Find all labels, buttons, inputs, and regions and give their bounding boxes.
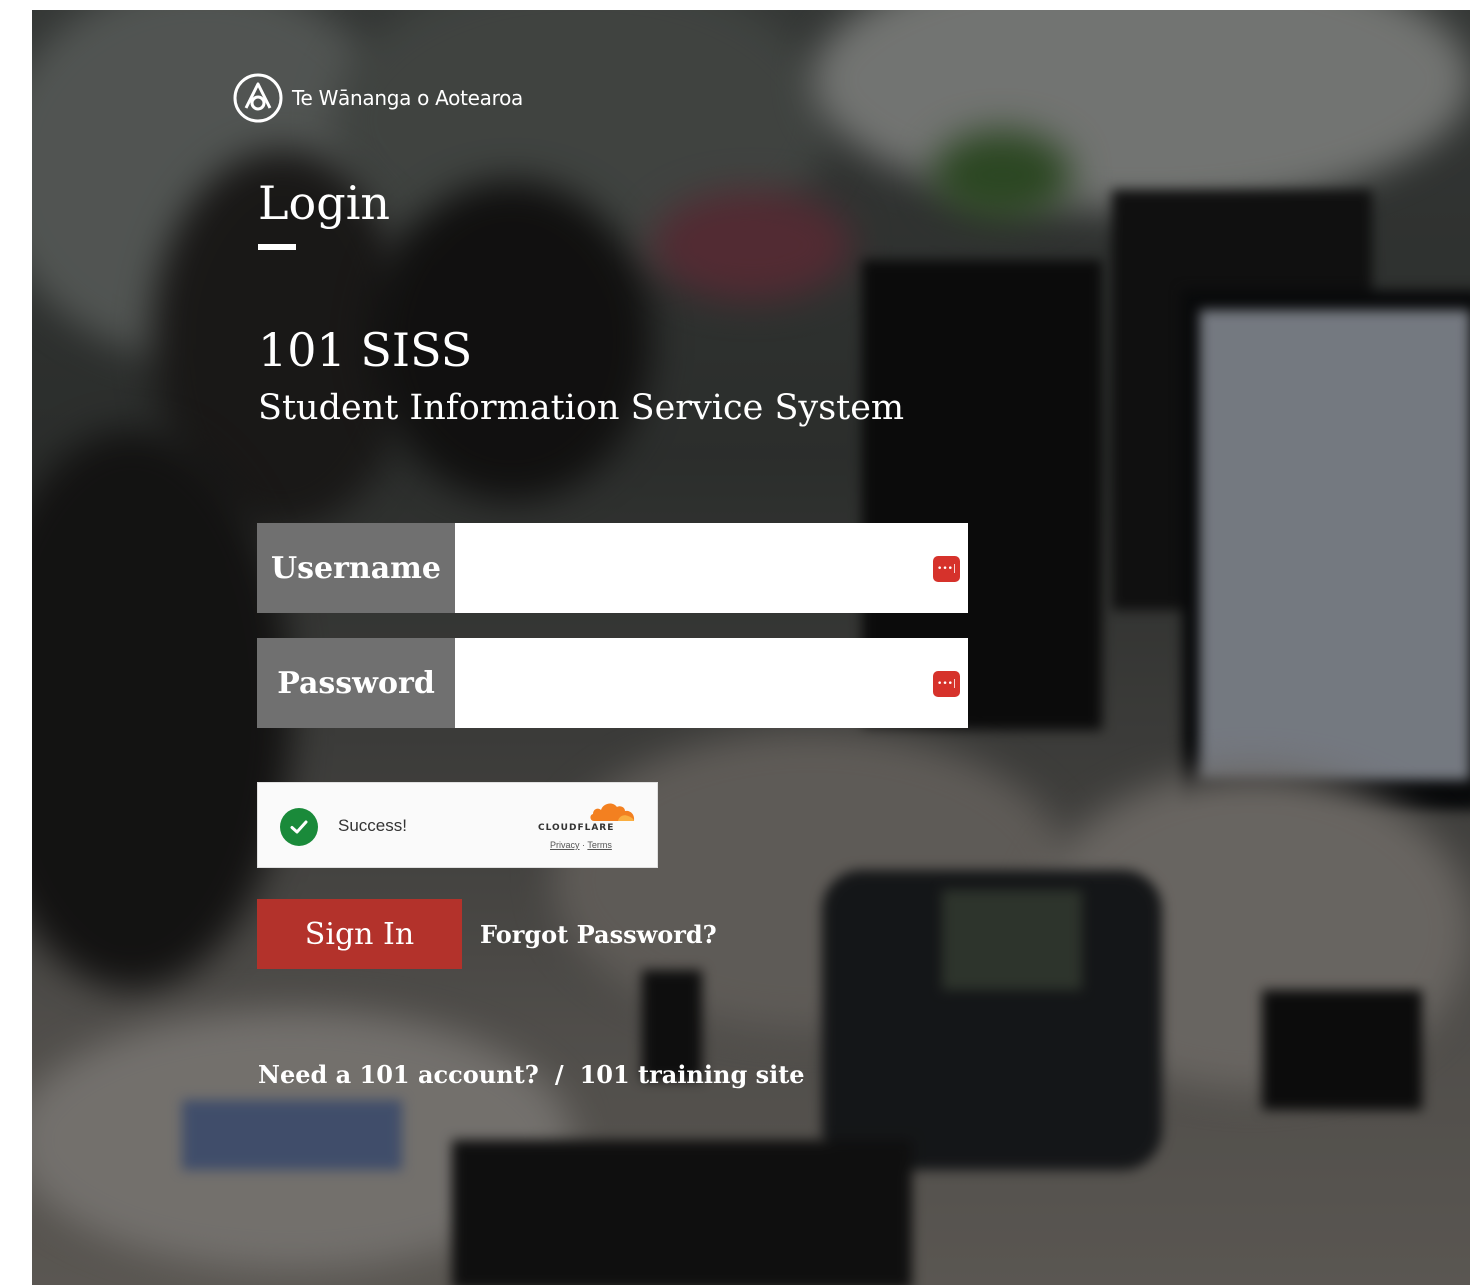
username-input-wrap: •••| <box>455 523 968 613</box>
password-input-wrap: •••| <box>455 638 968 728</box>
check-circle-icon <box>280 808 318 846</box>
password-input[interactable] <box>455 638 968 728</box>
app-name: 101 SISS <box>258 323 473 377</box>
privacy-link[interactable]: Privacy <box>550 840 580 850</box>
password-manager-icon[interactable]: •••| <box>933 671 960 697</box>
title-underline <box>258 244 296 250</box>
twoa-logo-icon <box>233 73 283 123</box>
username-input[interactable] <box>455 523 968 613</box>
captcha-status: Success! <box>338 816 407 835</box>
sign-in-button[interactable]: Sign In <box>257 899 462 969</box>
brand-logo: Te Wānanga o Aotearoa <box>232 72 523 124</box>
page-title: Login <box>258 176 391 230</box>
footer-links: Need a 101 account? / 101 training site <box>258 1060 805 1089</box>
username-field: Username •••| <box>257 523 968 613</box>
password-field: Password •••| <box>257 638 968 728</box>
terms-link[interactable]: Terms <box>587 840 612 850</box>
cloudflare-cloud-icon <box>590 803 635 821</box>
captcha-link-separator: · <box>582 840 586 850</box>
captcha-widget[interactable]: Success! CLOUDFLARE Privacy · Terms <box>257 782 658 868</box>
training-site-link[interactable]: 101 training site <box>580 1060 805 1089</box>
forgot-password-link[interactable]: Forgot Password? <box>480 920 717 949</box>
need-account-link[interactable]: Need a 101 account? <box>258 1060 539 1089</box>
brand-name: Te Wānanga o Aotearoa <box>292 86 523 110</box>
captcha-links: Privacy · Terms <box>550 840 612 850</box>
password-manager-icon[interactable]: •••| <box>933 556 960 582</box>
footer-separator: / <box>554 1060 564 1089</box>
password-label: Password <box>257 638 455 728</box>
app-subtitle: Student Information Service System <box>258 388 905 428</box>
username-label: Username <box>257 523 455 613</box>
cloudflare-wordmark: CLOUDFLARE <box>538 823 615 833</box>
